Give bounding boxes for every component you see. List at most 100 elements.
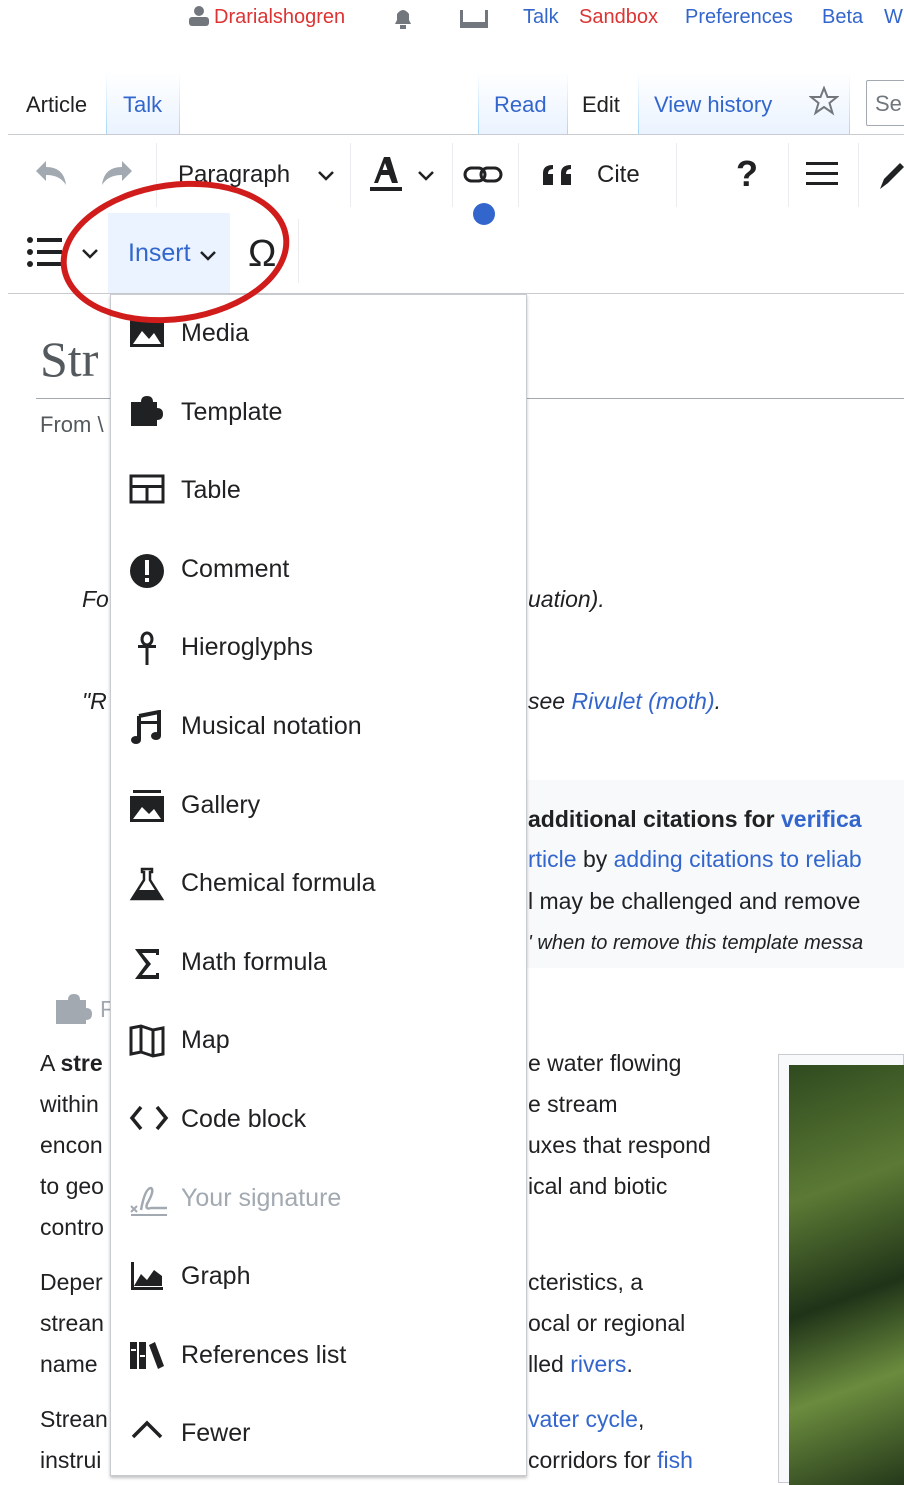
tab-read-label: Read xyxy=(494,92,547,117)
menu-item-label: Math formula xyxy=(181,947,327,976)
inbox-icon[interactable] xyxy=(458,6,490,38)
search-input[interactable]: Se xyxy=(866,80,904,126)
menu-item-label: Comment xyxy=(181,554,290,583)
menu-item-references-list[interactable]: References list xyxy=(111,1317,526,1395)
tab-talk-label: Talk xyxy=(123,92,163,117)
menu-item-comment[interactable]: Comment xyxy=(111,531,526,609)
menu-item-code-block[interactable]: Code block xyxy=(111,1081,526,1159)
beta-link[interactable]: Beta xyxy=(822,6,863,29)
undo-icon[interactable] xyxy=(30,157,70,196)
paragraph-dropdown[interactable]: Paragraph xyxy=(166,145,346,205)
menu-item-label: Gallery xyxy=(181,790,261,819)
body-line-left: contro xyxy=(40,1214,104,1240)
menu-item-label: Graph xyxy=(181,1262,251,1291)
pencil-icon[interactable] xyxy=(876,159,904,198)
watchlist-link-cut[interactable]: W xyxy=(884,6,903,29)
menu-item-fewer[interactable]: Fewer xyxy=(111,1395,526,1473)
menu-item-label: References list xyxy=(181,1340,347,1369)
body-line-left: instrui xyxy=(40,1447,102,1473)
username-link[interactable]: Drarialshogren xyxy=(214,6,345,29)
body-line-right: corridors for fish xyxy=(528,1447,693,1473)
toolbar-divider xyxy=(518,143,519,207)
citation-text: additional citations for xyxy=(528,806,782,832)
menu-item-graph[interactable]: Graph xyxy=(111,1238,526,1316)
flask-icon xyxy=(129,867,165,903)
text-style-dropdown[interactable] xyxy=(360,145,446,205)
menu-item-chemical-formula[interactable]: Chemical formula xyxy=(111,845,526,923)
adding-citations-link[interactable]: adding citations to reliab xyxy=(614,846,862,872)
map-icon xyxy=(129,1024,165,1060)
list-dropdown[interactable] xyxy=(24,229,104,279)
menu-item-musical-notation[interactable]: Musical notation xyxy=(111,688,526,766)
signature-icon xyxy=(129,1182,167,1218)
chevron-down-icon xyxy=(200,251,216,261)
body-line-right: uxes that respond xyxy=(528,1132,711,1158)
help-button[interactable]: ? xyxy=(736,153,758,195)
bell-icon[interactable] xyxy=(390,6,416,38)
tab-divider xyxy=(179,72,180,134)
toolbar-divider xyxy=(676,143,677,207)
redo-icon[interactable] xyxy=(98,157,138,196)
tab-edit[interactable]: Edit xyxy=(568,72,638,134)
talk-link[interactable]: Talk xyxy=(523,6,559,29)
page-tabs: Article Talk Read Edit View history Se xyxy=(0,72,904,134)
rivulet-moth-link[interactable]: Rivulet (moth) xyxy=(571,688,714,714)
menu-item-hieroglyphs[interactable]: Hieroglyphs xyxy=(111,609,526,687)
menu-item-template[interactable]: Template xyxy=(111,374,526,452)
tab-divider xyxy=(849,72,850,134)
personal-tools-bar: Drarialshogren Talk Sandbox Preferences … xyxy=(0,0,904,40)
verification-link[interactable]: verifica xyxy=(781,806,862,832)
body-line-left: Strean xyxy=(40,1406,108,1432)
body-line-left: strean xyxy=(40,1310,104,1336)
preferences-link[interactable]: Preferences xyxy=(685,6,793,29)
menu-item-table[interactable]: Table xyxy=(111,452,526,530)
menu-item-math-formula[interactable]: Math formula xyxy=(111,924,526,1002)
menu-icon[interactable] xyxy=(804,159,840,194)
toolbar-divider xyxy=(298,219,299,283)
tab-view-history[interactable]: View history xyxy=(639,72,797,134)
chevron-down-icon xyxy=(318,171,334,181)
insert-dropdown[interactable]: Insert xyxy=(108,213,230,293)
tab-read[interactable]: Read xyxy=(479,72,567,134)
sigma-icon xyxy=(129,946,165,982)
tab-article[interactable]: Article xyxy=(10,72,106,134)
remove-template-link[interactable]: ' when to remove this template messa xyxy=(528,932,863,955)
menu-item-label: Musical notation xyxy=(181,712,362,740)
toolbar-divider xyxy=(350,143,351,207)
body-line-right: vater cycle, xyxy=(528,1406,645,1432)
toolbar-divider xyxy=(858,143,859,207)
puzzle-icon xyxy=(129,395,165,432)
body-line-right: e stream xyxy=(528,1091,618,1117)
bullet-list-icon xyxy=(27,237,62,267)
page-title: Str xyxy=(40,331,99,387)
graph-icon xyxy=(129,1260,165,1296)
chevron-down-icon xyxy=(418,171,434,181)
music-icon xyxy=(129,709,165,746)
menu-item-gallery[interactable]: Gallery xyxy=(111,767,526,845)
watch-star-button[interactable] xyxy=(797,72,849,134)
menu-item-media[interactable]: Media xyxy=(111,295,526,373)
pulsing-dot xyxy=(473,203,495,225)
menu-item-label: Chemical formula xyxy=(181,869,376,898)
body-line-left: Deper xyxy=(40,1269,103,1295)
citation-line: additional citations for verifica xyxy=(528,806,862,833)
special-character-button[interactable]: Ω xyxy=(248,233,276,276)
tab-talk[interactable]: Talk xyxy=(107,72,179,134)
article-link[interactable]: rticle xyxy=(528,846,577,872)
star-icon xyxy=(808,85,840,116)
menu-item-label: Map xyxy=(181,1026,230,1055)
body-line-right: lled rivers. xyxy=(528,1351,633,1377)
cite-button[interactable]: Cite xyxy=(533,145,673,205)
menu-item-label: Fewer xyxy=(181,1419,251,1448)
menu-item-map[interactable]: Map xyxy=(111,1002,526,1080)
tab-article-label: Article xyxy=(26,92,88,117)
sandbox-link[interactable]: Sandbox xyxy=(579,6,658,29)
stream-photo[interactable] xyxy=(789,1065,904,1485)
tab-view-history-label: View history xyxy=(654,92,773,117)
quote-icon xyxy=(543,165,571,185)
body-line-left: name xyxy=(40,1351,98,1377)
user-icon xyxy=(188,6,210,32)
link-icon[interactable] xyxy=(462,161,506,194)
hatnote-right: see Rivulet (moth). xyxy=(528,688,721,715)
hatnote-link[interactable]: uation). xyxy=(528,586,605,613)
